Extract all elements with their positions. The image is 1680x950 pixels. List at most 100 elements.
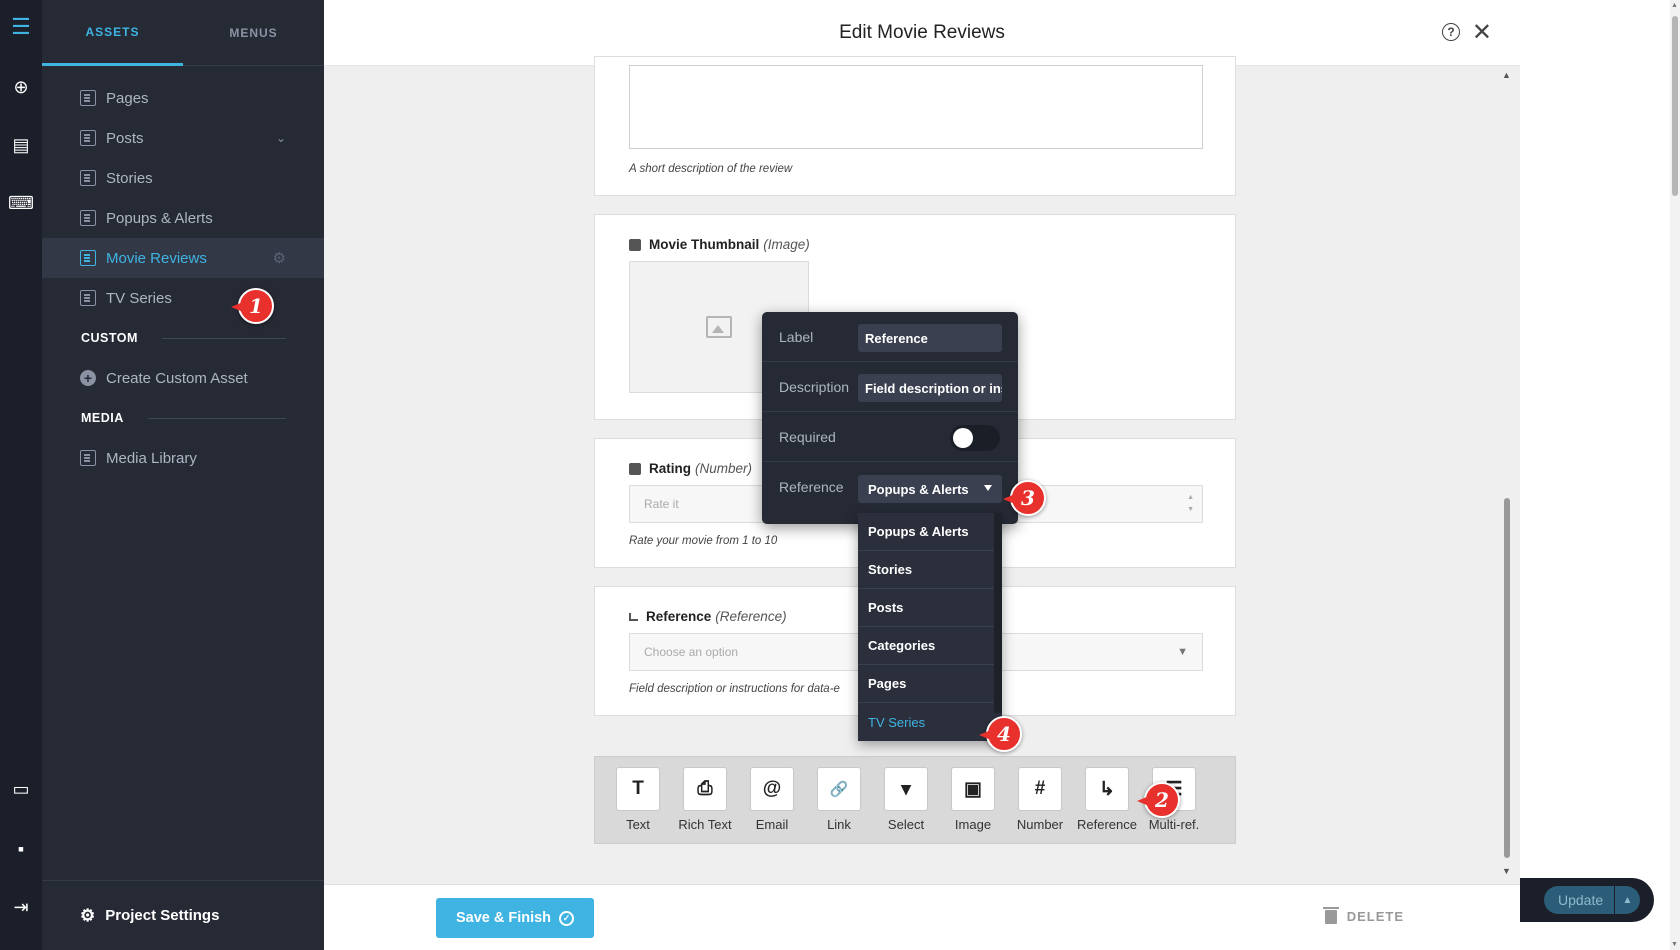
scroll-up-icon[interactable]: ▲ (1671, 2, 1678, 9)
add-link-field-button[interactable]: 🔗 Link (808, 767, 870, 832)
spinner-arrows-icon[interactable]: ▲ ▼ (1187, 492, 1194, 516)
help-icon[interactable]: ? (1442, 23, 1460, 41)
hamburger-menu-icon[interactable]: ☰ (8, 14, 34, 40)
dropdown-option[interactable]: Categories (858, 627, 994, 665)
update-label: Update (1558, 892, 1604, 908)
sidebar-item-media-library[interactable]: Media Library (42, 438, 324, 478)
scroll-down-icon[interactable]: ▼ (1671, 941, 1678, 948)
check-circle-icon: ✓ (559, 910, 575, 926)
dropdown-option[interactable]: Popups & Alerts (858, 513, 994, 551)
scroll-down-icon[interactable]: ▼ (1502, 866, 1511, 876)
chevron-down-icon[interactable]: ⌄ (276, 131, 286, 145)
email-icon: @ (750, 767, 794, 811)
sidebar-item-label: Posts (106, 129, 144, 147)
delete-button[interactable]: DELETE (1322, 906, 1404, 924)
sidebar-item-label: Pages (106, 89, 149, 107)
select-icon: ▾ (884, 767, 928, 811)
section-heading-label: CUSTOM (81, 331, 138, 345)
collection-icon (80, 250, 96, 266)
project-settings-button[interactable]: ⚙ Project Settings (42, 880, 324, 950)
update-button[interactable]: Update ▲ (1544, 886, 1640, 914)
icon-rail: ☰ ⊕ ▤ ⌨ ▭ ▪ ⇥ (0, 0, 42, 950)
scrollbar-thumb[interactable] (1504, 498, 1510, 858)
description-field-label: Description (779, 379, 850, 395)
annotation-badge-1: 1 (231, 288, 274, 324)
dropdown-scrollbar[interactable] (994, 513, 1002, 713)
chevron-down-icon: ▼ (1177, 646, 1188, 658)
toggle-knob (953, 428, 973, 448)
sidebar-item-movie-reviews[interactable]: Movie Reviews ⚙ (42, 238, 324, 278)
sidebar-item-pages[interactable]: Pages (42, 78, 324, 118)
sidebar-item-tv-series[interactable]: TV Series (42, 278, 324, 318)
page-scrollbar[interactable]: ▲ ▼ (1670, 0, 1680, 950)
monitor-icon[interactable]: ▭ (8, 776, 34, 802)
reference-dropdown-menu: Popups & Alerts Stories Posts Categories… (858, 513, 1002, 741)
gear-icon[interactable]: ⚙ (273, 249, 286, 267)
required-row: Required (762, 412, 1018, 462)
label-row: Label Reference (762, 312, 1018, 362)
media-icon (80, 450, 96, 466)
description-field-card: A short description of the review (594, 56, 1236, 196)
tab-menus[interactable]: MENUS (183, 0, 324, 66)
create-custom-asset-item[interactable]: + Create Custom Asset (42, 358, 324, 398)
assets-sidebar: ASSETS MENUS Pages Posts ⌄ Stories Popup… (42, 0, 324, 950)
logout-icon[interactable]: ⇥ (8, 894, 34, 920)
save-button-label: Save & Finish (455, 910, 552, 926)
chevron-up-icon[interactable]: ▲ (1614, 886, 1640, 914)
brush-icon[interactable]: ⌨ (8, 190, 34, 216)
update-bar: Update ▲ (1520, 878, 1654, 922)
add-image-field-button[interactable]: ▣ Image (942, 767, 1004, 832)
add-circle-icon[interactable]: ⊕ (8, 74, 34, 100)
add-select-field-button[interactable]: ▾ Select (875, 767, 937, 832)
dropdown-option[interactable]: Stories (858, 551, 994, 589)
layers-icon[interactable]: ▤ (8, 132, 34, 158)
text-icon: T (616, 767, 660, 811)
dropdown-option-selected[interactable]: TV Series (858, 703, 994, 741)
input-placeholder: Rate it (644, 497, 679, 511)
reference-row: Reference Popups & Alerts (762, 462, 1018, 512)
field-help-text: A short description of the review (629, 163, 793, 175)
add-rich-text-field-button[interactable]: ⎙ Rich Text (674, 767, 736, 832)
add-number-field-button[interactable]: # Number (1009, 767, 1071, 832)
description-input[interactable]: Field description or instructions for da… (858, 374, 1002, 402)
tool-label: Image (954, 817, 992, 832)
add-email-field-button[interactable]: @ Email (741, 767, 803, 832)
sidebar-item-label: Create Custom Asset (106, 369, 248, 387)
media-section-heading: MEDIA (81, 411, 286, 425)
sidebar-item-posts[interactable]: Posts ⌄ (42, 118, 324, 158)
annotation-badge-3: 3 (1003, 480, 1046, 516)
tool-label: Link (827, 817, 851, 832)
field-name: Rating (649, 461, 691, 476)
modal-scrollbar[interactable]: ▲ ▼ (1500, 66, 1514, 878)
field-settings-popover: Label Reference Description Field descri… (762, 312, 1018, 524)
dropdown-option[interactable]: Pages (858, 665, 994, 703)
add-reference-field-button[interactable]: ↳ Reference (1076, 767, 1138, 832)
select-value: Popups & Alerts (868, 481, 969, 497)
sidebar-item-label: Media Library (106, 449, 197, 467)
sidebar-item-stories[interactable]: Stories (42, 158, 324, 198)
tab-assets[interactable]: ASSETS (42, 0, 183, 66)
page-icon (80, 210, 96, 226)
field-type: (Image) (763, 237, 810, 252)
label-input[interactable]: Reference (858, 324, 1002, 352)
scroll-up-icon[interactable]: ▲ (1502, 70, 1511, 80)
required-toggle[interactable] (950, 425, 1000, 451)
add-text-field-button[interactable]: T Text (607, 767, 669, 832)
field-title: Movie Thumbnail (Image) (629, 237, 810, 252)
scrollbar-thumb[interactable] (1672, 16, 1678, 196)
save-and-finish-button[interactable]: Save & Finish ✓ (436, 898, 594, 938)
caret-down-icon (984, 485, 992, 491)
field-type: (Number) (695, 461, 753, 476)
tool-label: Select (887, 817, 925, 832)
close-icon[interactable]: ✕ (1472, 18, 1492, 47)
sidebar-item-popups-alerts[interactable]: Popups & Alerts (42, 198, 324, 238)
field-name: Movie Thumbnail (649, 237, 760, 252)
divider (161, 337, 286, 339)
plus-circle-icon: + (80, 370, 96, 386)
note-icon[interactable]: ▪ (8, 836, 34, 862)
sidebar-item-label: Popups & Alerts (106, 209, 213, 227)
image-placeholder-icon (706, 316, 732, 338)
description-textarea[interactable] (629, 65, 1203, 149)
dropdown-option[interactable]: Posts (858, 589, 994, 627)
reference-collection-select[interactable]: Popups & Alerts (858, 475, 1002, 503)
